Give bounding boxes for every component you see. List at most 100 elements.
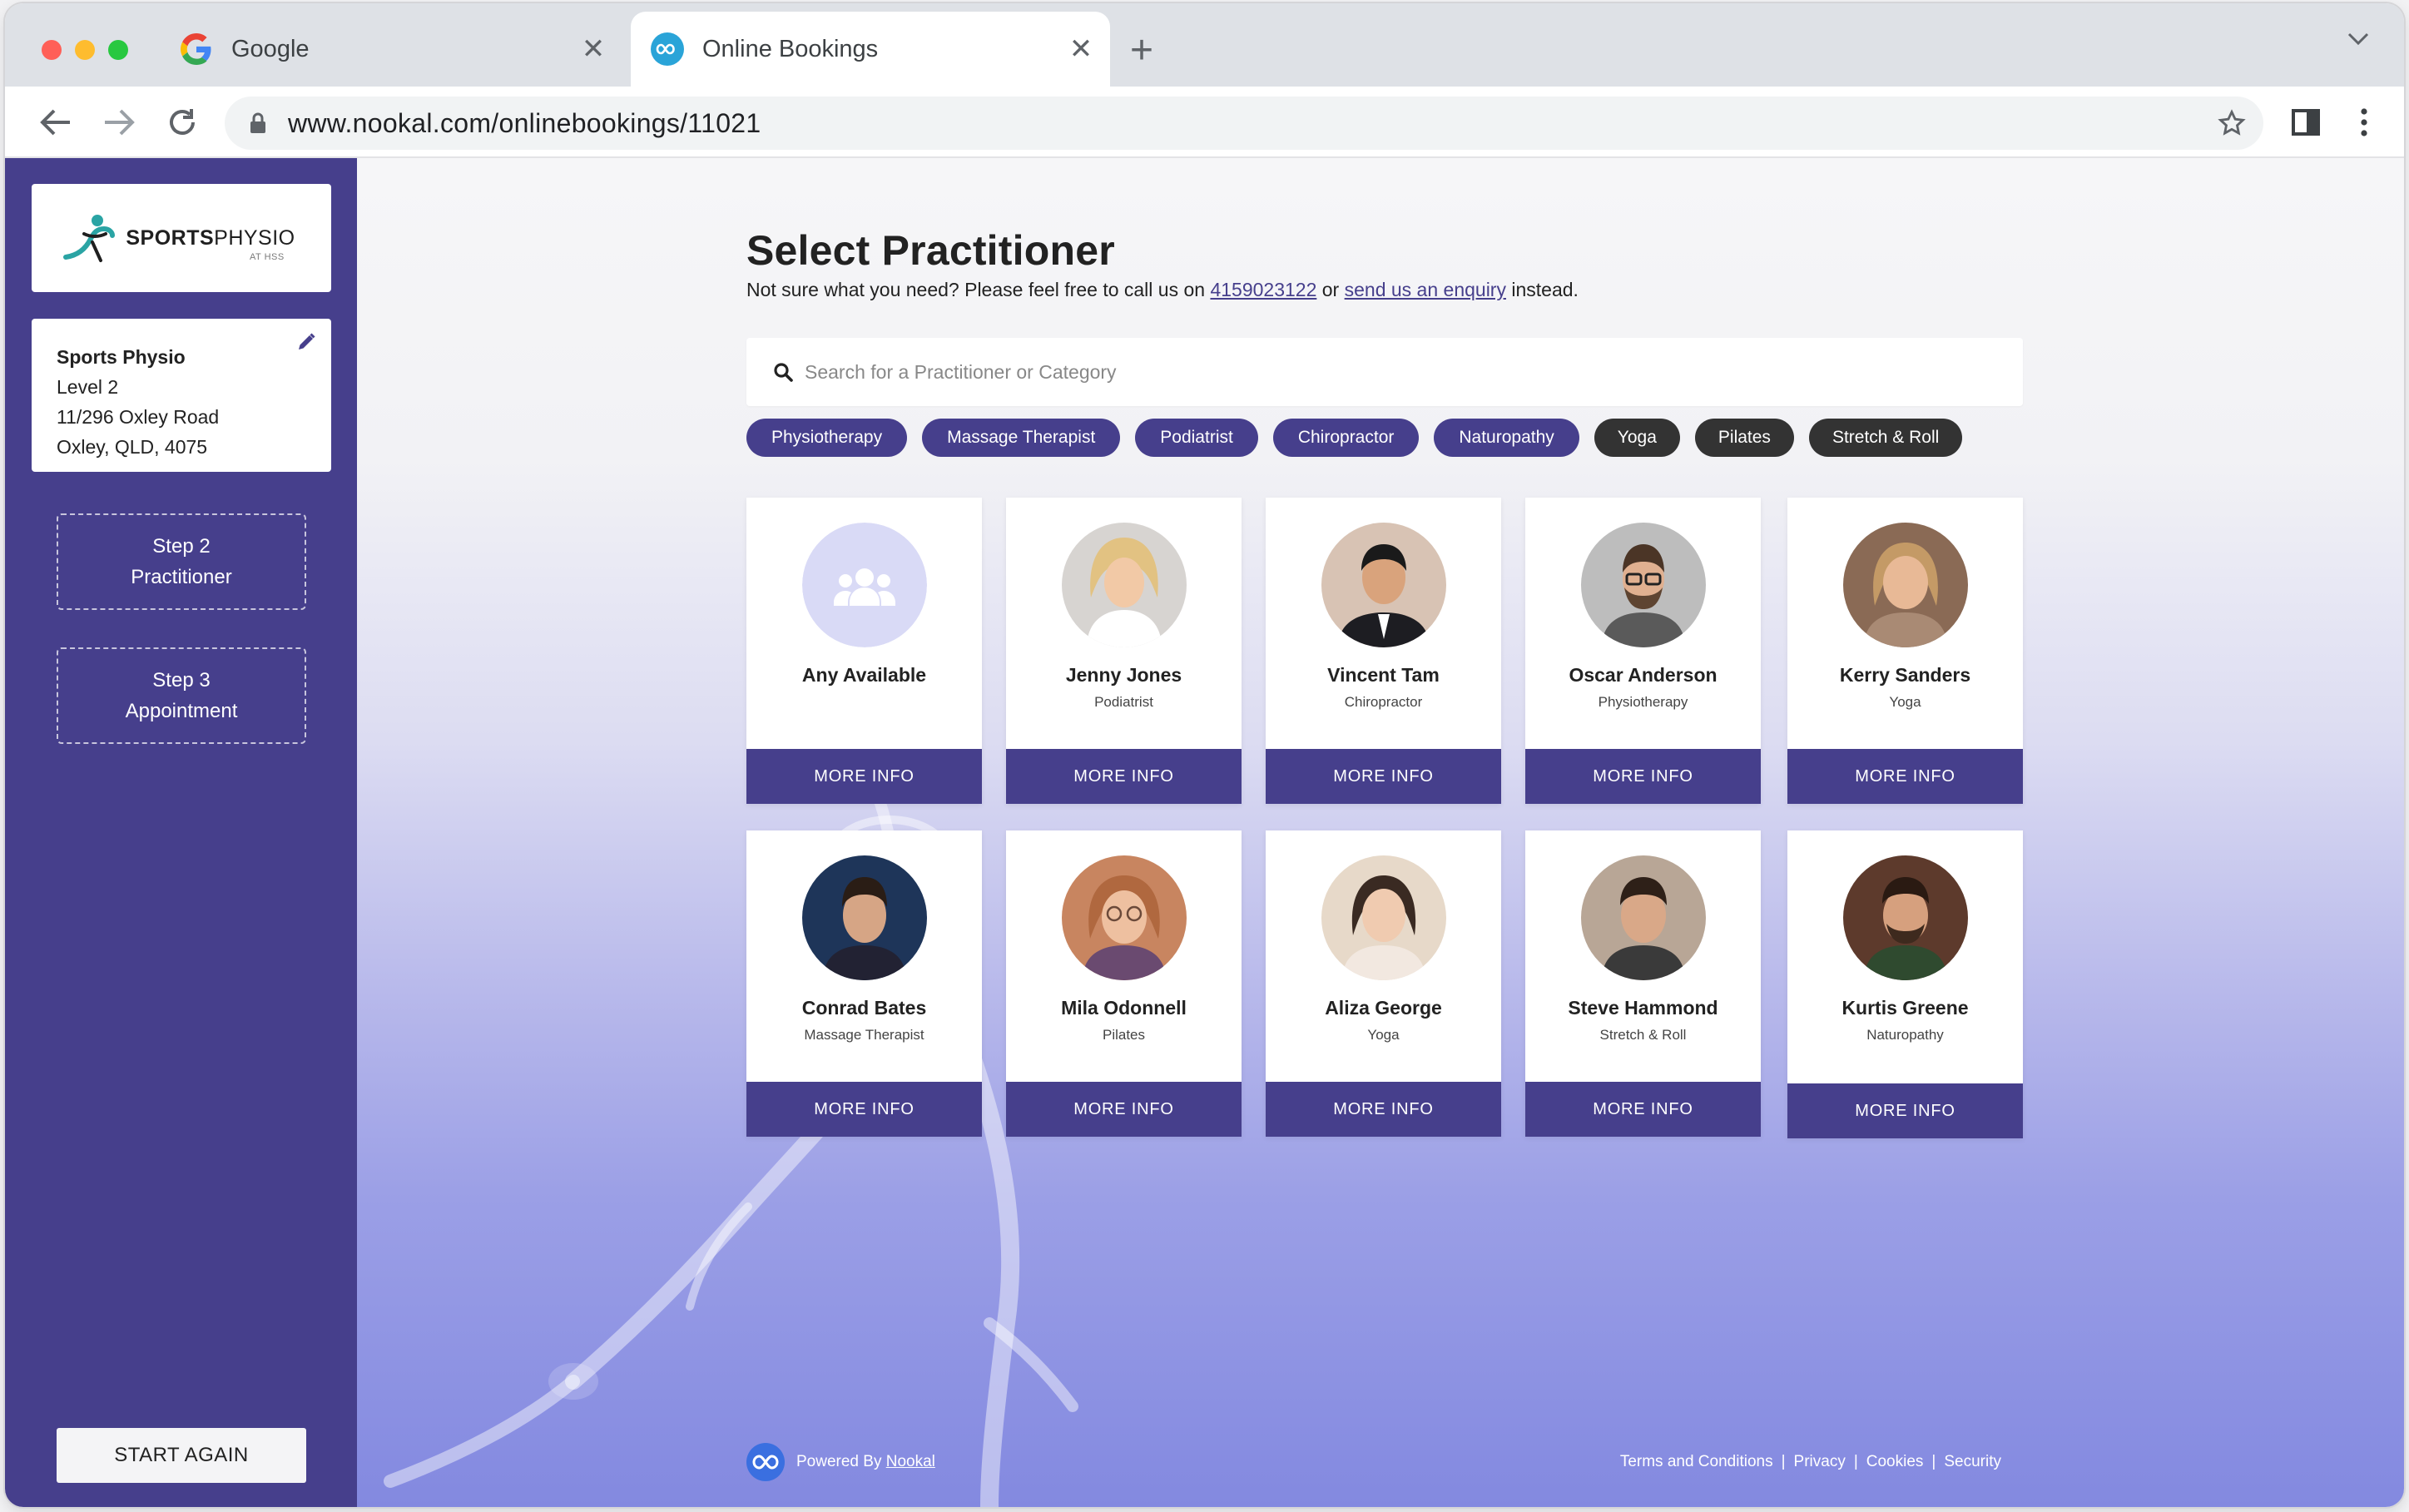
- address-bar[interactable]: www.nookal.com/onlinebookings/11021: [225, 97, 2263, 150]
- more-info-button[interactable]: MORE INFO: [1266, 749, 1501, 804]
- address-line-1: Level 2: [57, 376, 119, 398]
- chip-physiotherapy[interactable]: Physiotherapy: [746, 419, 908, 457]
- practitioner-photo: [1581, 523, 1706, 647]
- chip-chiropractor[interactable]: Chiropractor: [1272, 419, 1420, 457]
- bookmark-star-icon[interactable]: [2213, 105, 2250, 141]
- tab-title: Online Bookings: [702, 35, 879, 62]
- practitioner-card-conrad-bates[interactable]: Conrad Bates Massage Therapist MORE INFO: [746, 830, 982, 1137]
- practitioner-role: Podiatrist: [1094, 694, 1153, 710]
- practitioner-search[interactable]: [746, 338, 2023, 406]
- practitioner-card-kerry-sanders[interactable]: Kerry Sanders Yoga MORE INFO: [1787, 498, 2023, 804]
- edit-pencil-icon[interactable]: [293, 329, 320, 355]
- more-info-button[interactable]: MORE INFO: [1006, 1082, 1242, 1137]
- practitioner-role: Massage Therapist: [804, 1027, 924, 1043]
- practitioner-card-mila-odonnell[interactable]: Mila Odonnell Pilates MORE INFO: [1006, 830, 1242, 1137]
- practitioner-role: Pilates: [1102, 1027, 1146, 1043]
- lock-icon: [248, 111, 268, 136]
- new-tab-button[interactable]: +: [1118, 27, 1165, 73]
- page-title: Select Practitioner: [746, 227, 1115, 274]
- practitioner-card-any-available[interactable]: Any Available MORE INFO: [746, 498, 982, 804]
- footer-links: Terms and Conditions | Privacy | Cookies…: [1620, 1453, 2001, 1471]
- step-2-practitioner[interactable]: Step 2 Practitioner: [57, 513, 306, 610]
- practitioner-role: Yoga: [1889, 694, 1921, 710]
- chip-naturopathy[interactable]: Naturopathy: [1434, 419, 1579, 457]
- close-window-button[interactable]: [42, 40, 62, 60]
- search-input[interactable]: [805, 360, 1970, 384]
- separator: |: [1853, 1453, 1858, 1470]
- practitioner-photo: [1062, 523, 1187, 647]
- more-info-button[interactable]: MORE INFO: [1006, 749, 1242, 804]
- page-subtitle: Not sure what you need? Please feel free…: [746, 279, 1579, 300]
- search-icon: [771, 360, 795, 384]
- forward-arrow-icon[interactable]: [98, 102, 140, 143]
- step-name: Practitioner: [131, 566, 232, 588]
- practitioner-photo: [802, 855, 927, 980]
- practitioner-photo: [1843, 523, 1968, 647]
- more-info-button[interactable]: MORE INFO: [1525, 749, 1761, 804]
- more-info-button[interactable]: MORE INFO: [1266, 1082, 1501, 1137]
- start-again-button[interactable]: START AGAIN: [57, 1428, 306, 1483]
- logo-subtext: AT HSS: [250, 252, 285, 262]
- practitioner-card-aliza-george[interactable]: Aliza George Yoga MORE INFO: [1266, 830, 1501, 1137]
- side-panel-icon[interactable]: [2285, 102, 2327, 143]
- privacy-link[interactable]: Privacy: [1794, 1453, 1846, 1471]
- more-info-button[interactable]: MORE INFO: [1525, 1082, 1761, 1137]
- practitioner-card-jenny-jones[interactable]: Jenny Jones Podiatrist MORE INFO: [1006, 498, 1242, 804]
- practitioner-role: Naturopathy: [1866, 1027, 1944, 1043]
- step-3-appointment[interactable]: Step 3 Appointment: [57, 647, 306, 744]
- cookies-link[interactable]: Cookies: [1866, 1453, 1924, 1471]
- group-icon: [802, 523, 927, 647]
- practitioner-name: Vincent Tam: [1327, 664, 1440, 686]
- chip-massage-therapist[interactable]: Massage Therapist: [922, 419, 1121, 457]
- powered-by: Powered By Nookal: [746, 1443, 935, 1481]
- chip-yoga[interactable]: Yoga: [1594, 419, 1680, 457]
- tab-online-bookings[interactable]: Online Bookings ✕: [631, 12, 1110, 87]
- tab-strip: Google ✕ Online Bookings ✕ +: [5, 3, 2404, 87]
- more-info-button[interactable]: MORE INFO: [746, 749, 982, 804]
- more-options-icon[interactable]: [2343, 102, 2385, 143]
- close-tab-icon[interactable]: ✕: [574, 30, 612, 68]
- terms-link[interactable]: Terms and Conditions: [1620, 1453, 1773, 1471]
- phone-link[interactable]: 4159023122: [1210, 279, 1316, 300]
- practitioner-name: Kurtis Greene: [1841, 997, 1969, 1019]
- runner-logo-icon: [63, 215, 116, 262]
- separator: |: [1781, 1453, 1786, 1470]
- reload-icon[interactable]: [161, 102, 203, 143]
- practitioner-name: Kerry Sanders: [1839, 664, 1971, 686]
- chip-podiatrist[interactable]: Podiatrist: [1135, 419, 1258, 457]
- booking-sidebar: SPORTSPHYSIO AT HSS Sports Physio Level …: [5, 158, 357, 1507]
- url-text: www.nookal.com/onlinebookings/11021: [288, 107, 761, 138]
- chevron-down-icon[interactable]: [2337, 18, 2379, 60]
- web-page: SPORTSPHYSIO AT HSS Sports Physio Level …: [5, 158, 2404, 1507]
- chip-pilates[interactable]: Pilates: [1694, 419, 1794, 457]
- step-label: Step 3: [152, 669, 211, 692]
- more-info-button[interactable]: MORE INFO: [1787, 749, 2023, 804]
- practitioner-role: Stretch & Roll: [1599, 1027, 1687, 1043]
- practitioner-photo: [1843, 855, 1968, 980]
- browser-toolbar: www.nookal.com/onlinebookings/11021: [5, 87, 2404, 158]
- practitioner-card-steve-hammond[interactable]: Steve Hammond Stretch & Roll MORE INFO: [1525, 830, 1761, 1137]
- practitioner-name: Steve Hammond: [1568, 997, 1718, 1019]
- clinic-logo[interactable]: SPORTSPHYSIO AT HSS: [32, 184, 331, 292]
- practitioner-name: Conrad Bates: [801, 997, 927, 1019]
- enquiry-link[interactable]: send us an enquiry: [1345, 279, 1506, 300]
- practitioner-name: Mila Odonnell: [1061, 997, 1187, 1019]
- minimize-window-button[interactable]: [75, 40, 95, 60]
- maximize-window-button[interactable]: [108, 40, 128, 60]
- practitioner-card-vincent-tam[interactable]: Vincent Tam Chiropractor MORE INFO: [1266, 498, 1501, 804]
- nookal-link[interactable]: Nookal: [886, 1453, 935, 1470]
- security-link[interactable]: Security: [1944, 1453, 2001, 1471]
- step-label: Step 2: [152, 535, 211, 558]
- back-arrow-icon[interactable]: [35, 102, 77, 143]
- address-line-2: 11/296 Oxley Road: [57, 406, 220, 428]
- close-tab-icon[interactable]: ✕: [1062, 30, 1100, 68]
- step-name: Appointment: [125, 700, 238, 722]
- practitioner-photo: [1321, 523, 1446, 647]
- more-info-button[interactable]: MORE INFO: [1787, 1083, 2023, 1138]
- practitioner-card-oscar-anderson[interactable]: Oscar Anderson Physiotherapy MORE INFO: [1525, 498, 1761, 804]
- chip-stretch-roll[interactable]: Stretch & Roll: [1808, 419, 1963, 457]
- practitioner-name: Aliza George: [1325, 997, 1442, 1019]
- practitioner-card-kurtis-greene[interactable]: Kurtis Greene Naturopathy MORE INFO: [1787, 830, 2023, 1138]
- tab-google[interactable]: Google ✕: [160, 12, 622, 87]
- more-info-button[interactable]: MORE INFO: [746, 1082, 982, 1137]
